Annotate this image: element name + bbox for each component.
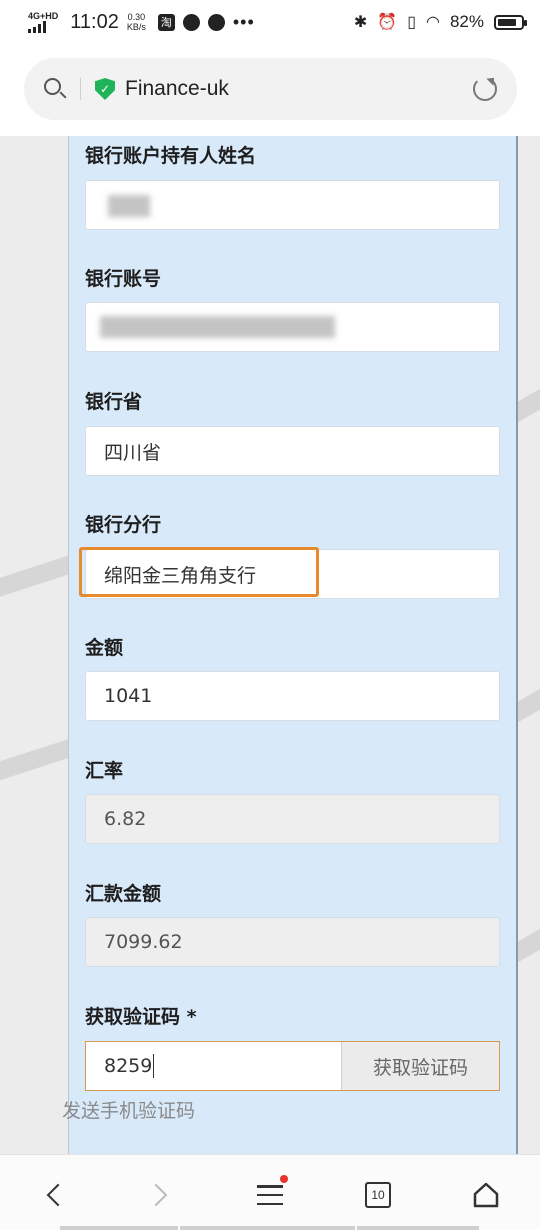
tabs-button[interactable]: 10 bbox=[358, 1175, 398, 1215]
wifi-icon: ◠ bbox=[426, 14, 440, 31]
notification-dot bbox=[280, 1175, 288, 1183]
get-captcha-button[interactable]: 获取验证码 bbox=[341, 1042, 499, 1090]
battery-icon bbox=[494, 14, 527, 30]
address-bar[interactable]: ✓ Finance-uk bbox=[24, 58, 517, 120]
tabs-count: 10 bbox=[365, 1182, 391, 1208]
alarm-icon: ⏰ bbox=[377, 14, 398, 31]
rate-label: 汇率 bbox=[85, 760, 124, 782]
browser-bottom-nav: 10 bbox=[0, 1154, 540, 1230]
chevron-left-icon bbox=[46, 1183, 70, 1207]
remit-amount-label: 汇款金额 bbox=[85, 883, 162, 905]
home-button[interactable] bbox=[466, 1175, 506, 1215]
remit-amount-field: 7099.62 bbox=[85, 917, 500, 967]
reload-icon[interactable] bbox=[473, 77, 497, 101]
battery-percent: 82% bbox=[449, 12, 484, 31]
rate-field: 6.82 bbox=[85, 794, 500, 844]
vibrate-icon: ▯ bbox=[407, 14, 416, 31]
captcha-label: 获取验证码 * bbox=[85, 1006, 197, 1028]
gesture-bar-segment bbox=[357, 1226, 479, 1230]
divider bbox=[80, 78, 81, 100]
redacted-name bbox=[108, 195, 150, 217]
amount-input[interactable]: 1041 bbox=[85, 671, 500, 721]
browser-toolbar: ✓ Finance-uk bbox=[0, 44, 540, 136]
clock: 11:02 bbox=[70, 10, 119, 33]
branch-highlight-box bbox=[79, 547, 319, 597]
account-holder-input[interactable] bbox=[85, 180, 500, 230]
signal-icon: 4G+HD bbox=[28, 10, 59, 33]
secure-shield-icon: ✓ bbox=[95, 78, 115, 100]
province-input[interactable]: 四川省 bbox=[85, 426, 500, 476]
network-speed: 0.30 KB/s bbox=[126, 12, 146, 32]
branch-label: 银行分行 bbox=[85, 514, 162, 536]
captcha-input[interactable]: 8259 bbox=[86, 1042, 341, 1090]
taobao-icon: 淘 bbox=[157, 13, 175, 31]
captcha-row: 8259 获取验证码 bbox=[85, 1041, 500, 1091]
account-number-label: 银行账号 bbox=[85, 268, 162, 290]
compass-icon bbox=[182, 13, 200, 31]
gesture-bar-segment bbox=[180, 1226, 355, 1230]
forward-button[interactable] bbox=[140, 1175, 180, 1215]
more-notifications-icon: ••• bbox=[232, 11, 255, 32]
chevron-right-icon bbox=[144, 1183, 168, 1207]
chat-icon bbox=[207, 13, 225, 31]
province-label: 银行省 bbox=[85, 391, 143, 413]
amount-label: 金额 bbox=[85, 637, 124, 659]
redacted-account-number bbox=[100, 316, 335, 338]
search-icon[interactable] bbox=[44, 78, 67, 100]
status-bar: 4G+HD 11:02 0.30 KB/s 淘 ••• ✱ ⏰ ▯ ◠ 82% bbox=[0, 0, 540, 44]
gesture-bar-segment bbox=[60, 1226, 178, 1230]
home-icon bbox=[473, 1182, 499, 1208]
bluetooth-icon: ✱ bbox=[353, 14, 368, 31]
back-button[interactable] bbox=[34, 1175, 74, 1215]
menu-button[interactable] bbox=[250, 1175, 290, 1215]
menu-icon bbox=[257, 1185, 283, 1205]
account-number-input[interactable] bbox=[85, 302, 500, 352]
account-holder-label: 银行账户持有人姓名 bbox=[85, 145, 257, 167]
network-type: 4G+HD bbox=[28, 10, 59, 21]
text-caret bbox=[153, 1054, 155, 1078]
url-text[interactable]: Finance-uk bbox=[125, 77, 229, 101]
send-sms-hint: 发送手机验证码 bbox=[62, 1100, 196, 1122]
